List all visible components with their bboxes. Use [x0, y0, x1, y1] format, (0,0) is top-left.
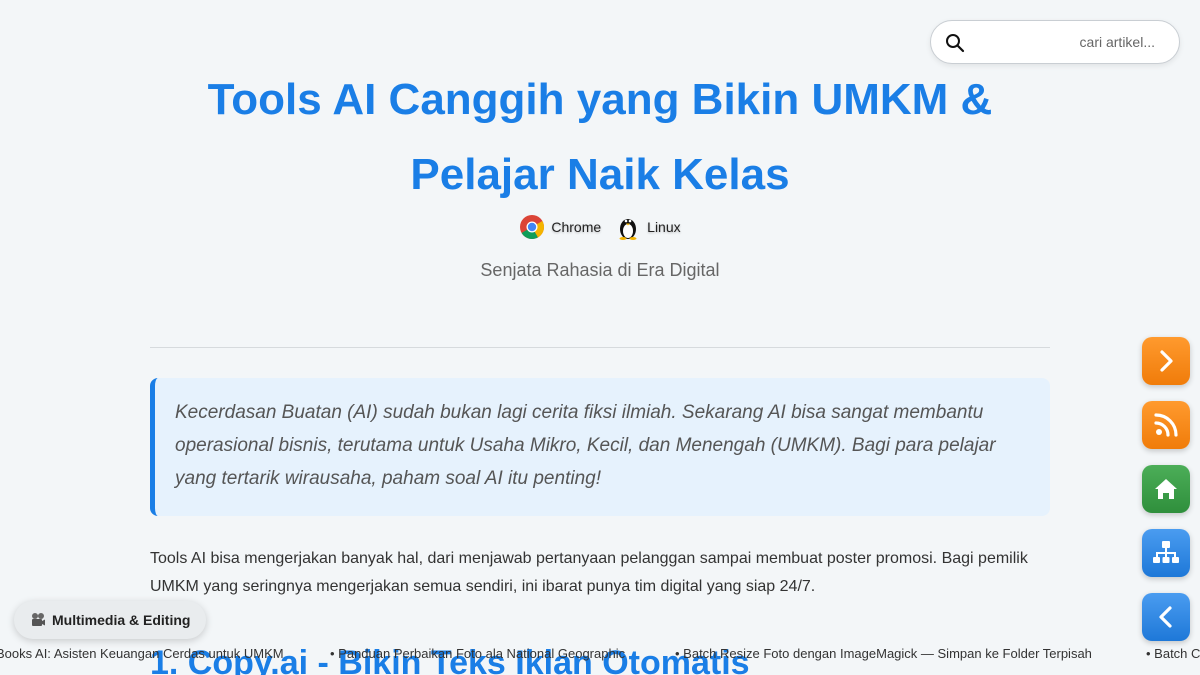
platform-badges: Chrome Linux	[0, 214, 1200, 240]
sitemap-button[interactable]	[1142, 529, 1190, 577]
rss-button[interactable]	[1142, 401, 1190, 449]
header-divider	[150, 347, 1050, 348]
ticker-item[interactable]: • Panduan Perbaikan Foto ala National Ge…	[330, 646, 625, 661]
category-chip[interactable]: Multimedia & Editing	[14, 601, 207, 639]
platform-chrome: Chrome	[519, 214, 601, 240]
projector-icon	[32, 613, 45, 626]
platform-chrome-label: Chrome	[551, 219, 602, 235]
chrome-icon	[520, 215, 545, 240]
home-button[interactable]	[1142, 465, 1190, 513]
ticker-item[interactable]: • Batch Resize Foto dengan ImageMagick —…	[675, 646, 1092, 661]
intro-quote: Kecerdasan Buatan (AI) sudah bukan lagi …	[150, 378, 1050, 516]
article-page: Tools AI Canggih yang Bikin UMKM & Pelaj…	[0, 0, 1200, 675]
article-subtitle: Senjata Rahasia di Era Digital	[480, 260, 720, 280]
home-icon	[1155, 479, 1177, 499]
ticker-item[interactable]: • Batch C	[1146, 646, 1200, 661]
search-input[interactable]	[931, 21, 1179, 63]
platform-linux: Linux	[615, 214, 681, 240]
search-box[interactable]	[930, 20, 1180, 64]
category-chip-label: Multimedia & Editing	[52, 612, 191, 628]
article-title: Tools AI Canggih yang Bikin UMKM & Pelaj…	[207, 75, 993, 199]
ticker-item[interactable]: Books AI: Asisten Keuangan Cerdas untuk …	[0, 646, 284, 661]
platform-linux-label: Linux	[647, 219, 681, 235]
search-icon	[946, 34, 965, 53]
intro-paragraph: Tools AI bisa mengerjakan banyak hal, da…	[150, 550, 1028, 595]
sitemap-icon	[1153, 541, 1179, 563]
news-ticker: Books AI: Asisten Keuangan Cerdas untuk …	[0, 646, 1200, 664]
next-article-button[interactable]	[1142, 337, 1190, 385]
linux-tux-icon	[619, 219, 637, 240]
chevron-right-icon	[1160, 350, 1173, 372]
chevron-left-icon	[1159, 606, 1172, 628]
rss-icon	[1154, 413, 1178, 437]
previous-article-button[interactable]	[1142, 593, 1190, 641]
